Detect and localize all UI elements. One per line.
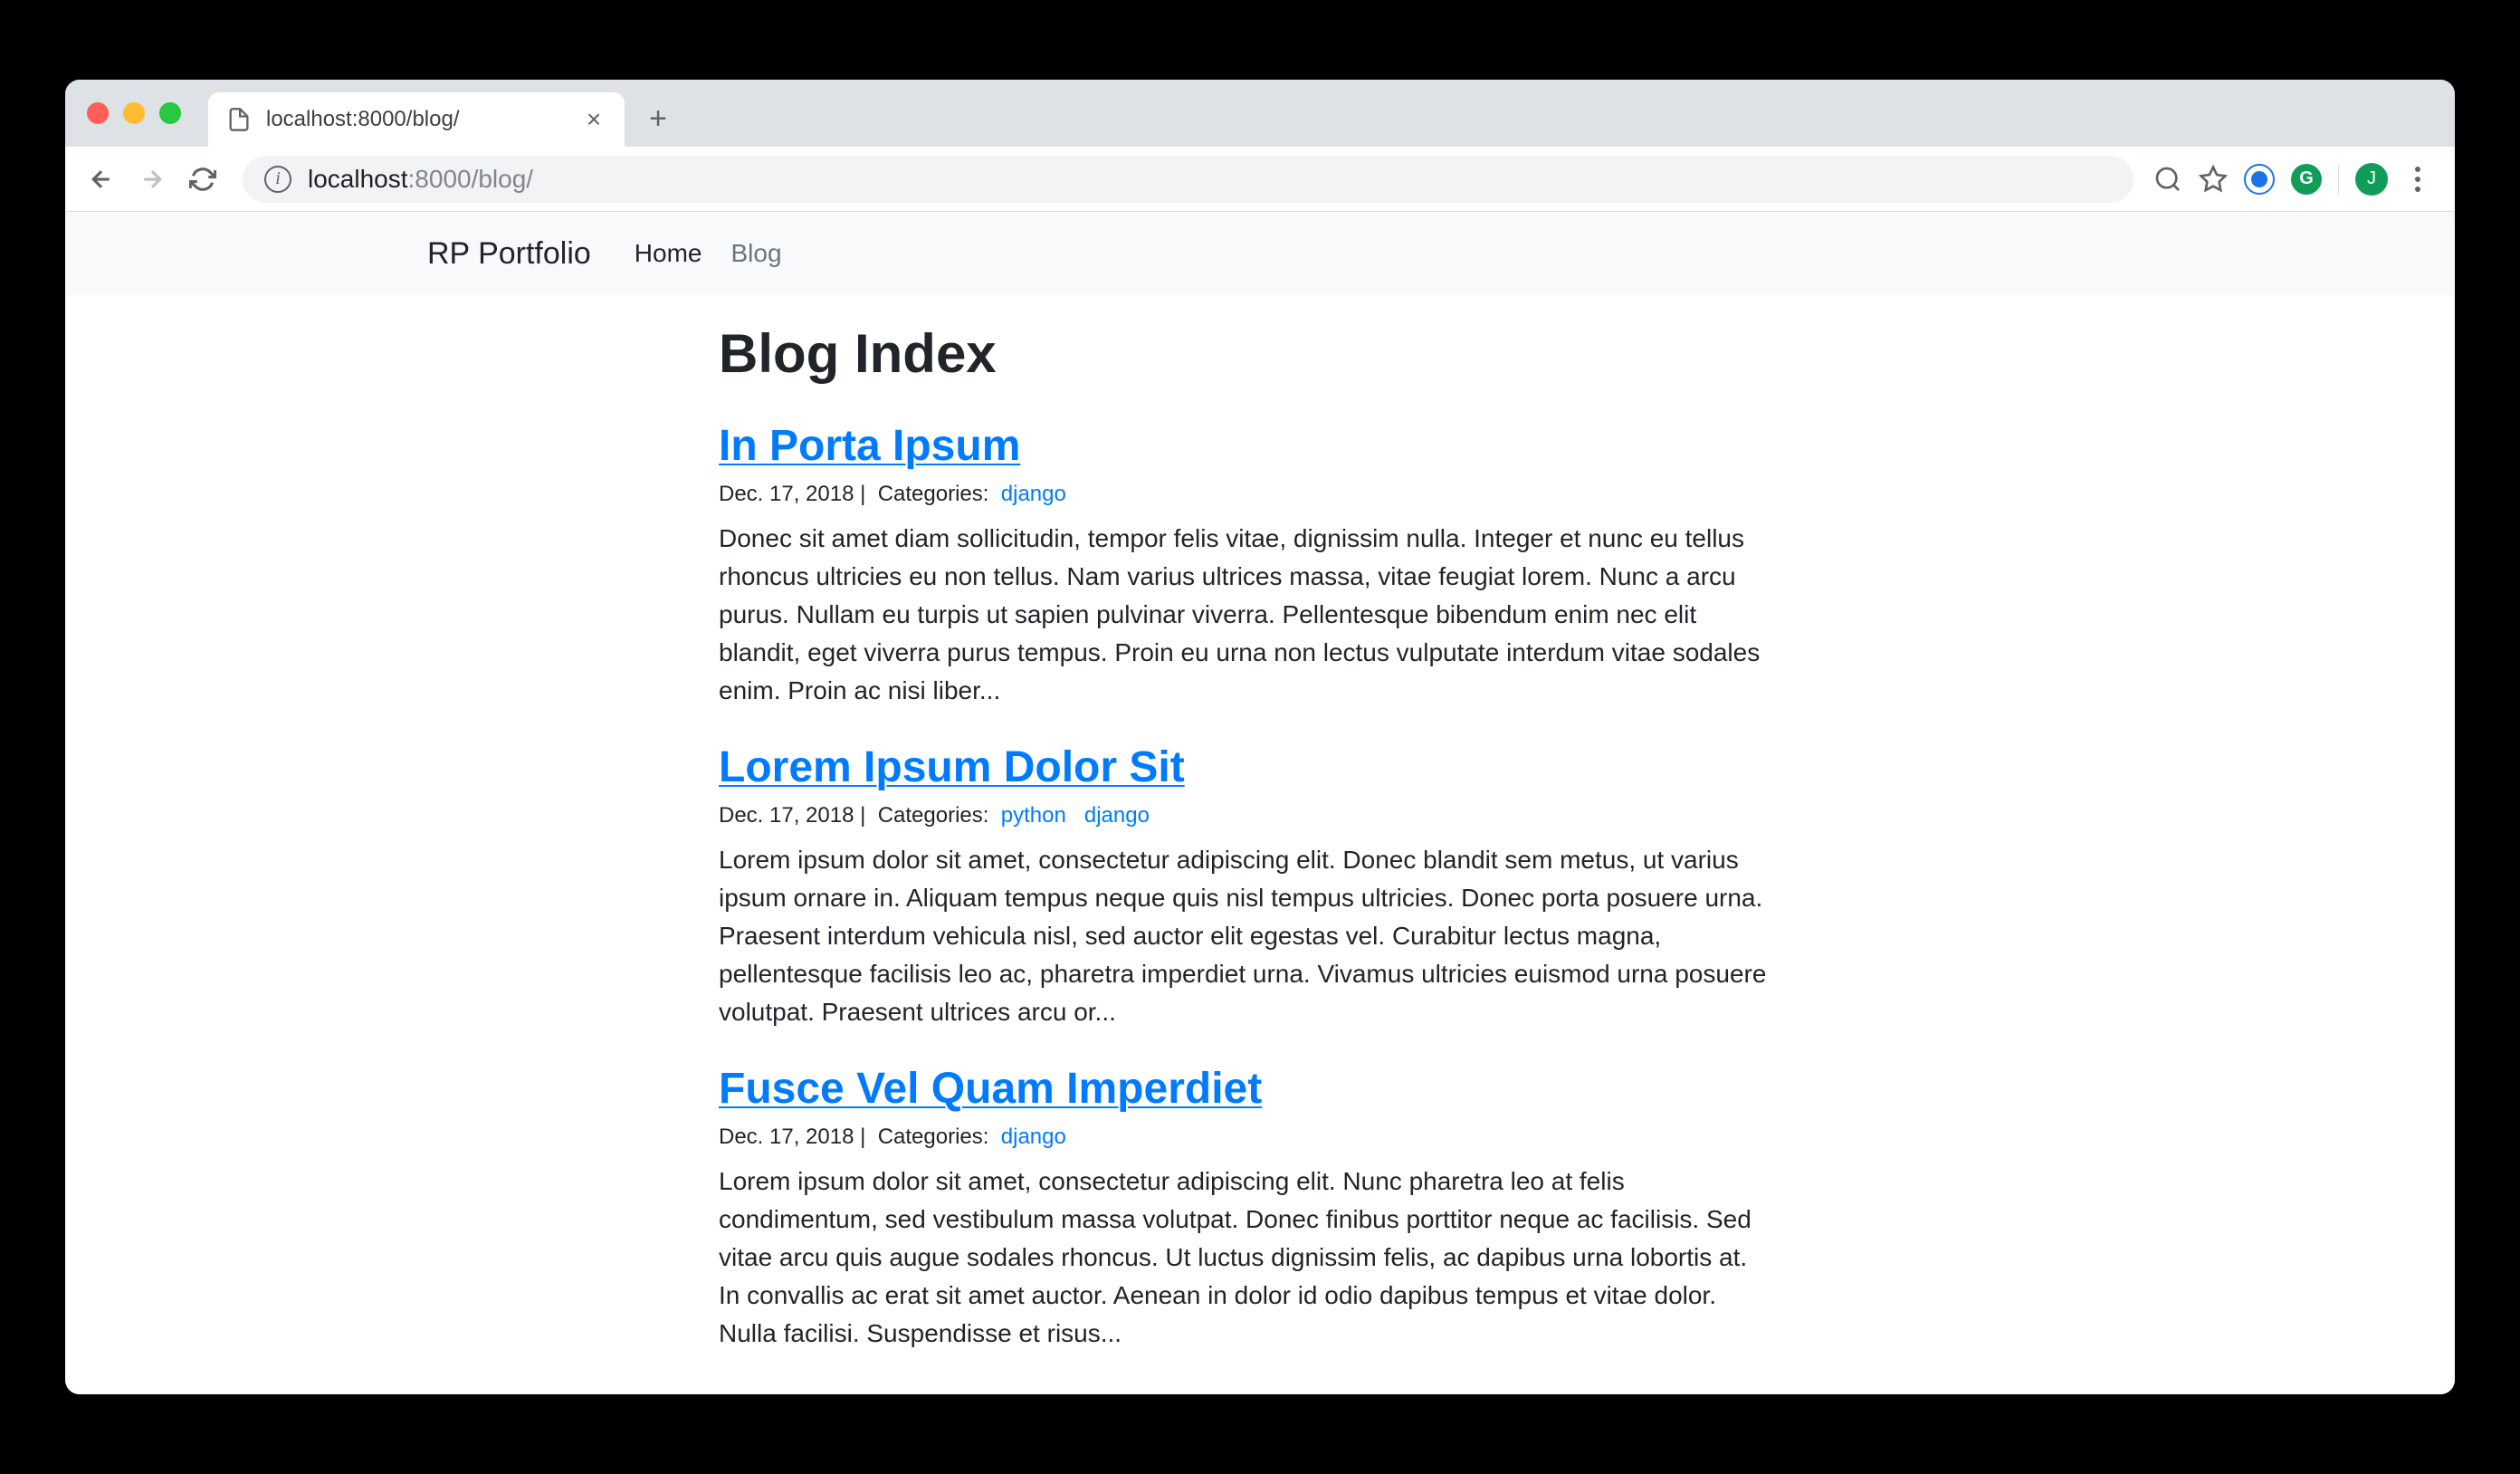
- blog-post: Fusce Vel Quam Imperdiet Dec. 17, 2018 | …: [719, 1064, 1769, 1353]
- post-date: Dec. 17, 2018: [719, 803, 854, 828]
- category-link[interactable]: django: [1001, 482, 1066, 506]
- post-excerpt: Lorem ipsum dolor sit amet, consectetur …: [719, 1163, 1769, 1353]
- url-host: localhost: [308, 165, 408, 193]
- blog-post: In Porta Ipsum Dec. 17, 2018 | Categories…: [719, 421, 1769, 710]
- site-navbar: RP Portfolio Home Blog: [65, 212, 2455, 295]
- browser-menu-button[interactable]: [2404, 161, 2431, 197]
- divider: [2338, 165, 2339, 194]
- forward-button[interactable]: [132, 159, 172, 199]
- minimize-window-button[interactable]: [123, 102, 145, 124]
- post-title-link[interactable]: In Porta Ipsum: [719, 421, 1769, 471]
- file-icon: [226, 107, 252, 132]
- post-excerpt: Lorem ipsum dolor sit amet, consectetur …: [719, 841, 1769, 1031]
- browser-tab[interactable]: localhost:8000/blog/ ×: [208, 92, 625, 147]
- post-title-link[interactable]: Fusce Vel Quam Imperdiet: [719, 1064, 1769, 1114]
- toolbar-actions: G J: [2153, 161, 2439, 197]
- url-path: :8000/blog/: [408, 165, 534, 193]
- navbar-link-home[interactable]: Home: [635, 239, 702, 268]
- new-tab-button[interactable]: +: [635, 96, 681, 141]
- profile-avatar[interactable]: J: [2355, 163, 2388, 196]
- post-meta: Dec. 17, 2018 | Categories: django: [719, 482, 1769, 507]
- post-excerpt: Donec sit amet diam sollicitudin, tempor…: [719, 520, 1769, 710]
- window-controls: [87, 80, 208, 147]
- categories-label: Categories:: [878, 803, 1001, 828]
- url-text: localhost:8000/blog/: [308, 165, 2112, 194]
- tab-bar: localhost:8000/blog/ × +: [65, 80, 2455, 147]
- page-title: Blog Index: [719, 322, 1769, 385]
- extension-icon[interactable]: [2244, 164, 2275, 195]
- close-tab-button[interactable]: ×: [581, 105, 606, 134]
- page-content: Blog Index In Porta Ipsum Dec. 17, 2018 |…: [719, 295, 1769, 1394]
- reload-button[interactable]: [183, 159, 223, 199]
- post-meta: Dec. 17, 2018 | Categories: django: [719, 1125, 1769, 1150]
- post-date: Dec. 17, 2018: [719, 1125, 854, 1149]
- address-bar[interactable]: i localhost:8000/blog/: [243, 156, 2133, 203]
- extension-grammarly-icon[interactable]: G: [2291, 164, 2322, 195]
- page-viewport: RP Portfolio Home Blog Blog Index In Port…: [65, 212, 2455, 1394]
- category-link[interactable]: django: [1084, 803, 1150, 828]
- navbar-link-blog[interactable]: Blog: [731, 239, 782, 268]
- back-button[interactable]: [81, 159, 121, 199]
- close-window-button[interactable]: [87, 102, 109, 124]
- tab-title: localhost:8000/blog/: [266, 107, 567, 132]
- categories-label: Categories:: [878, 482, 1001, 506]
- maximize-window-button[interactable]: [159, 102, 181, 124]
- post-meta: Dec. 17, 2018 | Categories: python djang…: [719, 803, 1769, 828]
- site-info-icon[interactable]: i: [264, 166, 291, 193]
- browser-window: localhost:8000/blog/ × + i localhost:800…: [65, 80, 2455, 1394]
- post-title-link[interactable]: Lorem Ipsum Dolor Sit: [719, 742, 1769, 792]
- navbar-brand[interactable]: RP Portfolio: [427, 236, 591, 272]
- post-date: Dec. 17, 2018: [719, 482, 854, 506]
- blog-post: Lorem Ipsum Dolor Sit Dec. 17, 2018 | Cat…: [719, 742, 1769, 1031]
- browser-toolbar: i localhost:8000/blog/ G J: [65, 147, 2455, 212]
- categories-label: Categories:: [878, 1125, 1001, 1149]
- bookmark-icon[interactable]: [2199, 165, 2228, 194]
- category-link[interactable]: python: [1001, 803, 1066, 828]
- category-link[interactable]: django: [1001, 1125, 1066, 1149]
- zoom-icon[interactable]: [2153, 165, 2182, 194]
